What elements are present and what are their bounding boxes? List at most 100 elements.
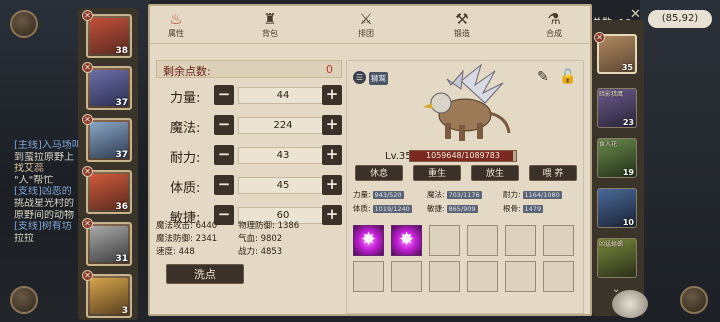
burst-icon: ✸: [360, 229, 377, 250]
empty-skill-slot[interactable]: [391, 261, 422, 292]
remove-badge-icon[interactable]: ✕: [82, 114, 93, 125]
map-button[interactable]: [10, 10, 38, 38]
pet-attr: 魔法: 703/1176: [427, 189, 482, 200]
burst-icon: ✸: [398, 229, 415, 250]
decrease-button[interactable]: −: [214, 145, 234, 165]
empty-skill-slot[interactable]: [429, 225, 460, 256]
tab-bag[interactable]: ♜ 背包: [250, 10, 290, 42]
anvil-icon: ⚒: [455, 10, 469, 28]
stat-row-stamina: 耐力: − 43 +: [156, 144, 342, 168]
hero-level: 3: [121, 306, 128, 316]
tab-forge[interactable]: ⚒ 锻造: [442, 10, 482, 42]
pet-card[interactable]: 暗影猎鹰 23: [597, 88, 637, 128]
exit-button[interactable]: [612, 290, 648, 318]
empty-skill-slot[interactable]: [353, 261, 384, 292]
remove-badge-icon[interactable]: ✕: [82, 218, 93, 229]
pet-card[interactable]: 凶猛蜥蜴: [597, 238, 637, 278]
pet-card-name: 凶猛蜥蜴: [599, 241, 624, 248]
remove-badge-icon[interactable]: ✕: [82, 270, 93, 281]
exp-bar: 1059648/1089783: [409, 150, 517, 162]
tab-label: 背包: [262, 29, 278, 38]
stat-allocation: 剩余点数: 0 力量: − 44 + 魔法: − 224 + 耐力: − 43 …: [156, 60, 342, 296]
pet-attr-label: 耐力:: [503, 190, 521, 199]
empty-skill-slot[interactable]: [467, 261, 498, 292]
feather-icon[interactable]: ✎: [537, 69, 549, 85]
rebirth-button[interactable]: 重生: [413, 165, 461, 181]
decrease-button[interactable]: −: [214, 115, 234, 135]
decrease-button[interactable]: −: [214, 175, 234, 195]
pet-card-level: 10: [622, 218, 634, 227]
tab-team[interactable]: ⚔ 排团: [346, 10, 386, 42]
pet-card[interactable]: 食人花 19: [597, 138, 637, 178]
lock-icon[interactable]: 🔓: [559, 69, 576, 85]
stat-value: 43: [238, 147, 328, 164]
stat-row-magic: 魔法: − 224 +: [156, 114, 342, 138]
tab-label: 排团: [358, 29, 374, 38]
hero-level: 31: [115, 254, 128, 264]
increase-button[interactable]: +: [322, 145, 342, 165]
remove-badge-icon[interactable]: ✕: [594, 32, 605, 43]
skill-icon[interactable]: ✸: [391, 225, 422, 256]
increase-button[interactable]: +: [322, 85, 342, 105]
rest-button[interactable]: 休息: [355, 165, 403, 181]
empty-skill-slot[interactable]: [429, 261, 460, 292]
remove-badge-icon[interactable]: ✕: [82, 166, 93, 177]
skill-icon[interactable]: ✸: [353, 225, 384, 256]
empty-skill-slot[interactable]: [505, 261, 536, 292]
derived-stat: 速度: 448: [156, 247, 195, 257]
hero-level: 37: [115, 98, 128, 108]
stat-value: 44: [238, 87, 328, 104]
hero-card[interactable]: 36: [86, 170, 132, 214]
hero-card[interactable]: 37: [86, 66, 132, 110]
stat-value: 224: [238, 117, 328, 134]
stat-name: 体质:: [170, 181, 201, 196]
hero-card[interactable]: 37: [86, 118, 132, 162]
hero-card[interactable]: 38: [86, 14, 132, 58]
pet-name-tag: ☰ 狮鹫: [353, 71, 413, 85]
hero-card[interactable]: 31: [86, 222, 132, 266]
hero-card[interactable]: 3: [86, 274, 132, 318]
pet-attr-value: 1479: [522, 205, 544, 213]
hero-level: 37: [115, 150, 128, 160]
empty-skill-slot[interactable]: [505, 225, 536, 256]
remove-badge-icon[interactable]: ✕: [82, 10, 93, 21]
pet-card-level: 35: [621, 63, 633, 72]
tab-attributes[interactable]: ♨ 属性: [156, 10, 196, 42]
derived-stat: 魔法攻击: 6440: [156, 221, 218, 231]
pet-attr-value: 865/909: [446, 205, 478, 213]
empty-skill-slot[interactable]: [543, 225, 574, 256]
menu-button[interactable]: [10, 286, 38, 314]
remove-badge-icon[interactable]: ✕: [82, 62, 93, 73]
decrease-button[interactable]: −: [214, 85, 234, 105]
pet-card-level: 19: [622, 168, 634, 177]
list-icon[interactable]: ☰: [353, 71, 366, 84]
right-background: [640, 0, 720, 322]
derived-stat: 战力: 4853: [238, 247, 283, 257]
stat-row-strength: 力量: − 44 +: [156, 84, 342, 108]
stat-name: 力量:: [170, 91, 201, 106]
stat-row-constitution: 体质: − 45 +: [156, 174, 342, 198]
increase-button[interactable]: +: [322, 205, 342, 225]
increase-button[interactable]: +: [322, 175, 342, 195]
pet-card[interactable]: 10: [597, 188, 637, 228]
release-button[interactable]: 放生: [471, 165, 519, 181]
empty-skill-slot[interactable]: [467, 225, 498, 256]
swords-icon: ⚔: [359, 10, 373, 28]
tab-label: 属性: [168, 29, 184, 38]
griffin-image: [423, 63, 511, 141]
pet-attr: 根骨: 1479: [503, 203, 544, 214]
empty-skill-slot[interactable]: [543, 261, 574, 292]
tab-label: 合成: [546, 29, 562, 38]
pet-attr: 敏捷: 865/909: [427, 203, 478, 214]
settings-button[interactable]: [680, 286, 708, 314]
pet-detail: ☰ 狮鹫 ✎ 🔓 Lv.35 1059648/1089783 休息 重生 放生 …: [346, 60, 584, 314]
tab-synthesis[interactable]: ⚗ 合成: [534, 10, 574, 42]
reset-points-button[interactable]: 洗点: [166, 264, 244, 284]
pet-tools: ✎ 🔓: [537, 69, 577, 89]
increase-button[interactable]: +: [322, 115, 342, 135]
pet-name: 狮鹫: [369, 72, 388, 85]
feed-button[interactable]: 喂 养: [529, 165, 577, 181]
pet-attr: 体质: 1019/1240: [353, 203, 412, 214]
exp-text: 1059648/1089783: [426, 151, 500, 160]
remaining-value: 0: [326, 63, 333, 76]
